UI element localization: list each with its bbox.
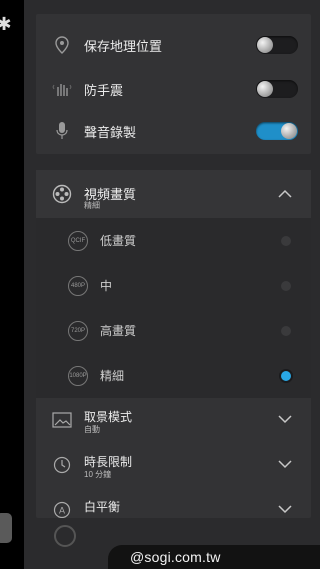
watermark-bar: @sogi.com.tw — [108, 545, 320, 569]
time-limit-row[interactable]: 時長限制 10 分鐘 — [36, 443, 311, 488]
white-balance-row[interactable]: A 白平衡 — [36, 488, 311, 518]
location-pin-icon — [51, 34, 73, 56]
option-label: 精細 — [100, 369, 125, 383]
left-edge-strip: ✱ — [0, 0, 24, 569]
option-label: 低畫質 — [100, 234, 137, 248]
settings-row-stabilize[interactable]: 防手震 — [36, 76, 311, 102]
chevron-down-icon[interactable] — [277, 501, 293, 517]
chevron-up-icon[interactable] — [277, 186, 293, 202]
quality-option-1080p[interactable]: 1080P 精細 — [36, 353, 311, 398]
audio-toggle[interactable] — [256, 122, 298, 140]
1080p-badge-icon: 1080P — [68, 366, 88, 386]
quality-option-480p[interactable]: 480P 中 — [36, 263, 311, 308]
time-limit-value: 10 分鐘 — [84, 470, 112, 479]
chevron-down-icon[interactable] — [277, 456, 293, 472]
radio-button[interactable] — [281, 326, 291, 336]
video-quality-header[interactable]: 視頻畫質 精細 — [36, 170, 311, 218]
scene-mode-row[interactable]: 取景模式 自動 — [36, 398, 311, 443]
toggle-knob — [257, 37, 273, 53]
chevron-down-icon[interactable] — [277, 411, 293, 427]
video-settings-panel: 視頻畫質 精細 QCIF 低畫質 480P 中 720P 高畫質 1080P 精… — [36, 170, 311, 518]
720p-badge-icon: 720P — [68, 321, 88, 341]
camera-switch-icon[interactable] — [54, 525, 76, 547]
video-quality-value: 精細 — [84, 201, 100, 210]
geo-label: 保存地理位置 — [84, 39, 163, 54]
time-limit-title: 時長限制 — [84, 455, 133, 469]
landscape-image-icon — [51, 409, 73, 431]
general-settings-panel: 保存地理位置 防手震 聲音錄製 — [36, 14, 311, 154]
clock-icon — [51, 454, 73, 476]
watermark-text: @sogi.com.tw — [130, 549, 221, 565]
geo-toggle[interactable] — [256, 36, 298, 54]
stabilize-toggle[interactable] — [256, 80, 298, 98]
toggle-knob — [281, 123, 297, 139]
shutter-tab[interactable] — [0, 513, 12, 543]
radio-button[interactable] — [281, 281, 291, 291]
scene-mode-value: 自動 — [84, 425, 100, 434]
audio-label: 聲音錄製 — [84, 125, 137, 140]
hand-stabilize-icon — [51, 78, 73, 100]
quality-option-qcif[interactable]: QCIF 低畫質 — [36, 218, 311, 263]
white-balance-title: 白平衡 — [84, 500, 121, 514]
480p-badge-icon: 480P — [68, 276, 88, 296]
radio-button-selected[interactable] — [281, 371, 291, 381]
settings-row-audio[interactable]: 聲音錄製 — [36, 118, 311, 144]
microphone-icon — [51, 120, 73, 142]
svg-text:A: A — [59, 506, 65, 516]
toggle-knob — [257, 81, 273, 97]
gear-icon[interactable]: ✱ — [0, 14, 14, 34]
stabilize-label: 防手震 — [84, 83, 124, 98]
radio-button[interactable] — [281, 236, 291, 246]
option-label: 高畫質 — [100, 324, 137, 338]
qcif-badge-icon: QCIF — [68, 231, 88, 251]
quality-option-720p[interactable]: 720P 高畫質 — [36, 308, 311, 353]
settings-row-geo[interactable]: 保存地理位置 — [36, 32, 311, 58]
scene-mode-title: 取景模式 — [84, 410, 133, 424]
option-label: 中 — [100, 279, 113, 293]
film-reel-icon — [51, 183, 73, 205]
white-balance-icon: A — [51, 499, 73, 518]
video-quality-options: QCIF 低畫質 480P 中 720P 高畫質 1080P 精細 — [36, 218, 311, 398]
